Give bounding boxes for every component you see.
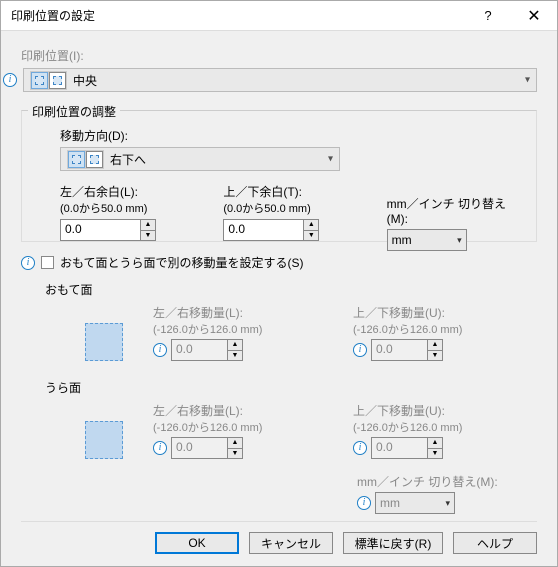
- print-position-value: 中央: [73, 72, 97, 89]
- print-position-select[interactable]: 中央 ▾: [23, 68, 537, 92]
- front-lr-value: 0.0: [171, 339, 227, 361]
- front-lr-hint: (-126.0から126.0 mm): [153, 321, 323, 337]
- direction-preview-icon: [67, 150, 104, 169]
- front-tb-value: 0.0: [371, 339, 427, 361]
- front-side-title: おもて面: [45, 281, 537, 298]
- back-lr-label: 左／右移動量(L):: [153, 402, 323, 419]
- separator: [21, 521, 537, 522]
- spin-down-button: ▼: [427, 449, 443, 460]
- tb-margin-value[interactable]: 0.0: [223, 219, 303, 241]
- spin-down-button: ▼: [427, 351, 443, 362]
- unit-select[interactable]: mm ▾: [387, 229, 467, 251]
- tb-margin-hint: (0.0から50.0 mm): [223, 200, 358, 216]
- per-side-checkbox-label: おもて面とうら面で別の移動量を設定する(S): [60, 254, 304, 271]
- info-icon: i: [357, 496, 371, 510]
- adjust-fieldset-legend: 印刷位置の調整: [28, 103, 120, 120]
- adjust-fieldset: 印刷位置の調整 移動方向(D): 右下へ ▾ 左／右余白(L): (0.0から5…: [21, 110, 537, 242]
- spin-down-button[interactable]: ▼: [303, 231, 319, 242]
- back-tb-hint: (-126.0から126.0 mm): [353, 419, 523, 435]
- lr-margin-hint: (0.0から50.0 mm): [60, 200, 195, 216]
- back-tb-label: 上／下移動量(U):: [353, 402, 523, 419]
- back-tb-value: 0.0: [371, 437, 427, 459]
- chevron-down-icon: ▾: [457, 235, 462, 246]
- close-button[interactable]: ✕: [511, 1, 557, 31]
- ok-button[interactable]: OK: [155, 532, 239, 554]
- info-icon: i: [153, 441, 167, 455]
- front-tb-input: 0.0 ▲ ▼: [371, 339, 443, 361]
- cancel-button[interactable]: キャンセル: [249, 532, 333, 554]
- unit-switch-label: mm／インチ 切り替え(M):: [387, 195, 522, 226]
- front-lr-input: 0.0 ▲ ▼: [171, 339, 243, 361]
- spin-down-button[interactable]: ▼: [140, 231, 156, 242]
- unit-switch-label-2: mm／インチ 切り替え(M):: [357, 473, 527, 490]
- chevron-down-icon: ▾: [445, 498, 450, 509]
- reset-button[interactable]: 標準に戻す(R): [343, 532, 443, 554]
- info-icon: i: [3, 73, 17, 87]
- dialog: 印刷位置の設定 ? ✕ 印刷位置(I): i 中央 ▾ 印刷位置の調整 移動方向…: [0, 0, 558, 567]
- move-direction-label: 移動方向(D):: [60, 127, 522, 144]
- front-preview: [85, 323, 123, 361]
- lr-margin-input[interactable]: 0.0 ▲ ▼: [60, 219, 156, 241]
- spin-up-button: ▲: [427, 339, 443, 351]
- per-side-checkbox[interactable]: [41, 256, 54, 269]
- dialog-title: 印刷位置の設定: [11, 7, 465, 24]
- front-tb-label: 上／下移動量(U):: [353, 304, 523, 321]
- titlebar: 印刷位置の設定 ? ✕: [1, 1, 557, 31]
- back-side-title: うら面: [45, 379, 537, 396]
- chevron-down-icon: ▾: [328, 154, 333, 165]
- info-icon: i: [153, 343, 167, 357]
- lr-margin-value[interactable]: 0.0: [60, 219, 140, 241]
- position-preview-icon: [30, 71, 67, 90]
- lr-margin-label: 左／右余白(L):: [60, 183, 195, 200]
- help-button[interactable]: ヘルプ: [453, 532, 537, 554]
- unit-value: mm: [392, 233, 412, 247]
- unit-select-2: mm ▾: [375, 492, 455, 514]
- back-preview: [85, 421, 123, 459]
- spin-down-button: ▼: [227, 449, 243, 460]
- info-icon: i: [21, 256, 35, 270]
- spin-up-button: ▲: [427, 437, 443, 449]
- tb-margin-input[interactable]: 0.0 ▲ ▼: [223, 219, 319, 241]
- button-bar: OK キャンセル 標準に戻す(R) ヘルプ: [1, 532, 557, 554]
- spin-down-button: ▼: [227, 351, 243, 362]
- back-lr-value: 0.0: [171, 437, 227, 459]
- front-lr-label: 左／右移動量(L):: [153, 304, 323, 321]
- spin-up-button[interactable]: ▲: [140, 219, 156, 231]
- spin-up-button[interactable]: ▲: [303, 219, 319, 231]
- info-icon: i: [353, 441, 367, 455]
- move-direction-value: 右下へ: [110, 151, 146, 168]
- move-direction-select[interactable]: 右下へ ▾: [60, 147, 340, 171]
- chevron-down-icon: ▾: [525, 75, 530, 86]
- spin-up-button: ▲: [227, 437, 243, 449]
- help-titlebar-button[interactable]: ?: [465, 1, 511, 31]
- print-position-label: 印刷位置(I):: [21, 49, 84, 63]
- front-tb-hint: (-126.0から126.0 mm): [353, 321, 523, 337]
- back-lr-input: 0.0 ▲ ▼: [171, 437, 243, 459]
- info-icon: i: [353, 343, 367, 357]
- dialog-body: 印刷位置(I): i 中央 ▾ 印刷位置の調整 移動方向(D): 右下へ: [1, 31, 557, 528]
- back-tb-input: 0.0 ▲ ▼: [371, 437, 443, 459]
- back-lr-hint: (-126.0から126.0 mm): [153, 419, 323, 435]
- spin-up-button: ▲: [227, 339, 243, 351]
- unit-value-2: mm: [380, 496, 400, 510]
- tb-margin-label: 上／下余白(T):: [223, 183, 358, 200]
